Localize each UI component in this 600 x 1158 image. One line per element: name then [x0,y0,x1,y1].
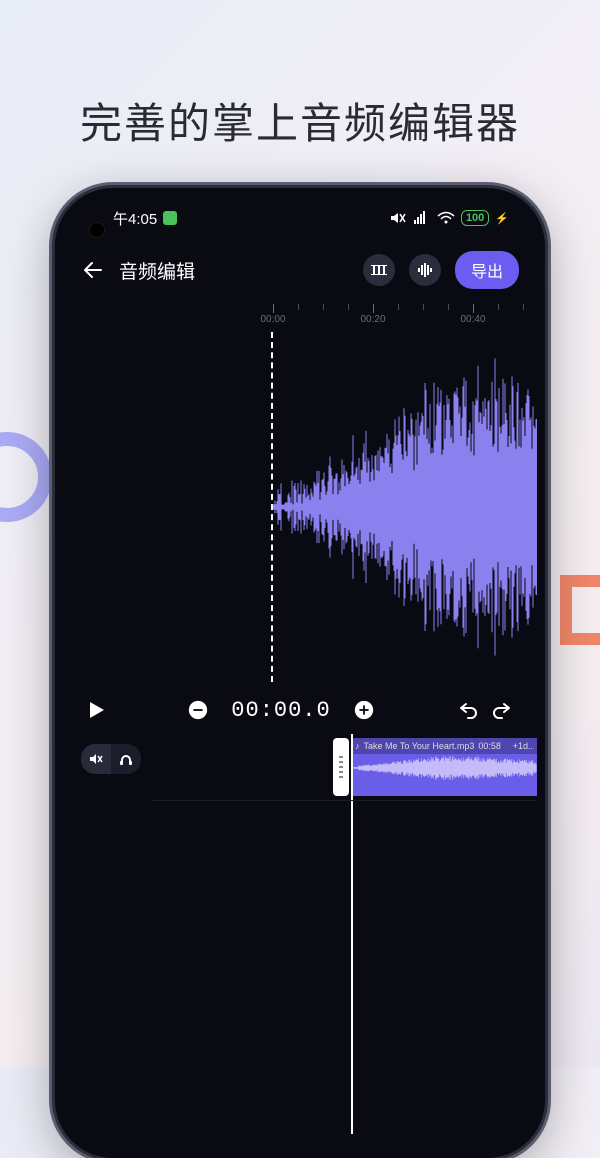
statusbar: 午4:05 100 ⚡ [63,196,537,240]
tempo-button[interactable] [363,254,395,286]
play-button[interactable] [81,695,111,725]
transport-bar: 00:00.0 [63,682,537,738]
headline-text: 完善的掌上音频编辑器 [0,90,600,151]
playhead-line[interactable] [271,332,273,682]
playhead-handle-icon[interactable] [266,332,278,334]
track-controls [81,744,141,774]
music-note-icon: ♪ [355,741,360,751]
clip-filename: Take Me To Your Heart.mp3 [364,741,475,751]
waveform-button[interactable] [409,254,441,286]
zoom-out-button[interactable] [183,695,213,725]
nav-title: 音频编辑 [119,257,195,284]
waveform-main[interactable] [63,332,537,682]
status-app-indicator-icon [163,211,177,225]
track-divider [151,800,537,801]
clip-meta: ♪ Take Me To Your Heart.mp3 00:58 +1d.. [351,738,537,754]
timeline-ruler[interactable]: 00:00 00:20 00:40 [63,300,537,332]
battery-indicator: 100 [461,210,489,226]
status-time: 午4:05 [113,208,157,229]
audio-clip[interactable]: ♪ Take Me To Your Heart.mp3 00:58 +1d.. [351,738,537,796]
battery-value: 100 [466,212,484,224]
mute-icon [389,211,407,225]
clip-trim-handle[interactable] [333,738,349,796]
navbar: 音频编辑 导出 [63,240,537,300]
wifi-icon [437,211,455,225]
ruler-label-1: 00:20 [360,314,385,325]
track-playhead [351,734,353,1134]
phone-frame: 午4:05 100 ⚡ 音频编辑 [55,188,545,1158]
undo-button[interactable] [451,695,481,725]
ruler-label-2: 00:40 [460,314,485,325]
waveform-svg [273,332,537,682]
ruler-label-0: 00:00 [260,314,285,325]
decorative-circle [0,432,52,522]
track-monitor-button[interactable] [111,744,141,774]
phone-screen: 午4:05 100 ⚡ 音频编辑 [63,196,537,1150]
track-mute-button[interactable] [81,744,111,774]
signal-hd-icon [413,211,431,225]
decorative-square [560,575,600,645]
export-button[interactable]: 导出 [455,251,519,289]
charging-icon: ⚡ [495,212,509,225]
clip-duration: 00:58 [478,741,501,751]
track-row: ♪ Take Me To Your Heart.mp3 00:58 +1d.. [63,738,537,808]
clip-extra: +1d.. [513,741,533,751]
transport-time: 00:00.0 [231,698,330,723]
clip-waveform [351,754,537,782]
camera-punch-hole [89,222,105,238]
zoom-in-button[interactable] [349,695,379,725]
back-button[interactable] [81,258,105,282]
redo-button[interactable] [489,695,519,725]
track-lane[interactable]: ♪ Take Me To Your Heart.mp3 00:58 +1d.. [151,738,537,800]
